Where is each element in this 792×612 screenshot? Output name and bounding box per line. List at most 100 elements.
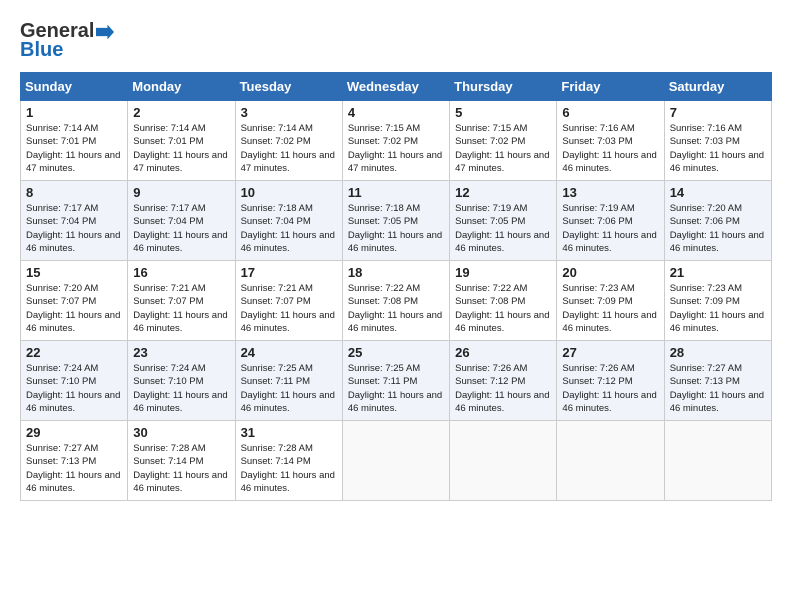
calendar-cell: 31 Sunrise: 7:28 AM Sunset: 7:14 PM Dayli…: [235, 421, 342, 501]
day-info: Sunrise: 7:22 AM Sunset: 7:08 PM Dayligh…: [348, 282, 444, 335]
logo: General Blue: [20, 20, 116, 62]
day-info: Sunrise: 7:19 AM Sunset: 7:06 PM Dayligh…: [562, 202, 658, 255]
day-number: 20: [562, 265, 658, 280]
calendar-week-row: 29 Sunrise: 7:27 AM Sunset: 7:13 PM Dayli…: [21, 421, 772, 501]
calendar-cell: 16 Sunrise: 7:21 AM Sunset: 7:07 PM Dayli…: [128, 261, 235, 341]
logo-blue: Blue: [20, 39, 63, 62]
day-info: Sunrise: 7:19 AM Sunset: 7:05 PM Dayligh…: [455, 202, 551, 255]
day-info: Sunrise: 7:17 AM Sunset: 7:04 PM Dayligh…: [26, 202, 122, 255]
calendar-cell: 9Sunrise: 7:17 AM Sunset: 7:04 PM Daylig…: [128, 181, 235, 261]
day-number: 22: [26, 345, 122, 360]
day-info: Sunrise: 7:18 AM Sunset: 7:05 PM Dayligh…: [348, 202, 444, 255]
calendar-cell: 7 Sunrise: 7:16 AM Sunset: 7:03 PM Daylig…: [664, 101, 771, 181]
day-number: 7: [670, 105, 766, 120]
day-info: Sunrise: 7:16 AM Sunset: 7:03 PM Dayligh…: [670, 122, 766, 175]
day-info: Sunrise: 7:24 AM Sunset: 7:10 PM Dayligh…: [26, 362, 122, 415]
day-info: Sunrise: 7:15 AM Sunset: 7:02 PM Dayligh…: [348, 122, 444, 175]
day-info: Sunrise: 7:28 AM Sunset: 7:14 PM Dayligh…: [241, 442, 337, 495]
day-number: 15: [26, 265, 122, 280]
day-number: 12: [455, 185, 551, 200]
calendar-cell: 20Sunrise: 7:23 AM Sunset: 7:09 PM Dayli…: [557, 261, 664, 341]
calendar-cell: 17 Sunrise: 7:21 AM Sunset: 7:07 PM Dayli…: [235, 261, 342, 341]
weekday-header-thursday: Thursday: [450, 73, 557, 101]
calendar-week-row: 8 Sunrise: 7:17 AM Sunset: 7:04 PM Daylig…: [21, 181, 772, 261]
day-number: 3: [241, 105, 337, 120]
day-number: 24: [241, 345, 337, 360]
calendar-cell: 2Sunrise: 7:14 AM Sunset: 7:01 PM Daylig…: [128, 101, 235, 181]
day-number: 16: [133, 265, 229, 280]
calendar-cell: 5 Sunrise: 7:15 AM Sunset: 7:02 PM Daylig…: [450, 101, 557, 181]
calendar-cell: 13 Sunrise: 7:19 AM Sunset: 7:06 PM Dayli…: [557, 181, 664, 261]
day-info: Sunrise: 7:18 AM Sunset: 7:04 PM Dayligh…: [241, 202, 337, 255]
day-info: Sunrise: 7:22 AM Sunset: 7:08 PM Dayligh…: [455, 282, 551, 335]
calendar-cell: 25 Sunrise: 7:25 AM Sunset: 7:11 PM Dayli…: [342, 341, 449, 421]
day-number: 18: [348, 265, 444, 280]
day-number: 11: [348, 185, 444, 200]
day-number: 31: [241, 425, 337, 440]
day-number: 29: [26, 425, 122, 440]
calendar-cell: 10 Sunrise: 7:18 AM Sunset: 7:04 PM Dayli…: [235, 181, 342, 261]
day-number: 9: [133, 185, 229, 200]
day-number: 25: [348, 345, 444, 360]
day-number: 28: [670, 345, 766, 360]
day-info: Sunrise: 7:27 AM Sunset: 7:13 PM Dayligh…: [670, 362, 766, 415]
weekday-header-monday: Monday: [128, 73, 235, 101]
day-info: Sunrise: 7:25 AM Sunset: 7:11 PM Dayligh…: [348, 362, 444, 415]
page-header: General Blue: [20, 20, 772, 62]
logo-arrow-icon: [96, 24, 114, 40]
day-info: Sunrise: 7:26 AM Sunset: 7:12 PM Dayligh…: [562, 362, 658, 415]
day-number: 17: [241, 265, 337, 280]
day-number: 8: [26, 185, 122, 200]
day-info: Sunrise: 7:21 AM Sunset: 7:07 PM Dayligh…: [133, 282, 229, 335]
calendar-cell: 12 Sunrise: 7:19 AM Sunset: 7:05 PM Dayli…: [450, 181, 557, 261]
day-info: Sunrise: 7:28 AM Sunset: 7:14 PM Dayligh…: [133, 442, 229, 495]
calendar-cell: 11 Sunrise: 7:18 AM Sunset: 7:05 PM Dayli…: [342, 181, 449, 261]
day-info: Sunrise: 7:24 AM Sunset: 7:10 PM Dayligh…: [133, 362, 229, 415]
calendar-cell: 28 Sunrise: 7:27 AM Sunset: 7:13 PM Dayli…: [664, 341, 771, 421]
weekday-header-sunday: Sunday: [21, 73, 128, 101]
day-number: 26: [455, 345, 551, 360]
day-number: 14: [670, 185, 766, 200]
calendar-week-row: 1Sunrise: 7:14 AM Sunset: 7:01 PM Daylig…: [21, 101, 772, 181]
day-number: 13: [562, 185, 658, 200]
weekday-header-saturday: Saturday: [664, 73, 771, 101]
calendar-cell: 23 Sunrise: 7:24 AM Sunset: 7:10 PM Dayli…: [128, 341, 235, 421]
day-info: Sunrise: 7:25 AM Sunset: 7:11 PM Dayligh…: [241, 362, 337, 415]
calendar-cell: 1Sunrise: 7:14 AM Sunset: 7:01 PM Daylig…: [21, 101, 128, 181]
calendar-cell: 29 Sunrise: 7:27 AM Sunset: 7:13 PM Dayli…: [21, 421, 128, 501]
day-number: 4: [348, 105, 444, 120]
calendar-cell: 4 Sunrise: 7:15 AM Sunset: 7:02 PM Daylig…: [342, 101, 449, 181]
calendar-cell: 21 Sunrise: 7:23 AM Sunset: 7:09 PM Dayli…: [664, 261, 771, 341]
day-info: Sunrise: 7:20 AM Sunset: 7:07 PM Dayligh…: [26, 282, 122, 335]
calendar-cell: [342, 421, 449, 501]
calendar-week-row: 15 Sunrise: 7:20 AM Sunset: 7:07 PM Dayli…: [21, 261, 772, 341]
calendar-cell: 8 Sunrise: 7:17 AM Sunset: 7:04 PM Daylig…: [21, 181, 128, 261]
calendar-cell: 15 Sunrise: 7:20 AM Sunset: 7:07 PM Dayli…: [21, 261, 128, 341]
day-number: 5: [455, 105, 551, 120]
day-info: Sunrise: 7:27 AM Sunset: 7:13 PM Dayligh…: [26, 442, 122, 495]
calendar-cell: 30Sunrise: 7:28 AM Sunset: 7:14 PM Dayli…: [128, 421, 235, 501]
day-info: Sunrise: 7:26 AM Sunset: 7:12 PM Dayligh…: [455, 362, 551, 415]
calendar-cell: [557, 421, 664, 501]
calendar-cell: 24 Sunrise: 7:25 AM Sunset: 7:11 PM Dayli…: [235, 341, 342, 421]
calendar-cell: 18 Sunrise: 7:22 AM Sunset: 7:08 PM Dayli…: [342, 261, 449, 341]
day-info: Sunrise: 7:23 AM Sunset: 7:09 PM Dayligh…: [670, 282, 766, 335]
calendar-header-row: SundayMondayTuesdayWednesdayThursdayFrid…: [21, 73, 772, 101]
calendar-cell: 27Sunrise: 7:26 AM Sunset: 7:12 PM Dayli…: [557, 341, 664, 421]
day-info: Sunrise: 7:21 AM Sunset: 7:07 PM Dayligh…: [241, 282, 337, 335]
calendar-cell: 3 Sunrise: 7:14 AM Sunset: 7:02 PM Daylig…: [235, 101, 342, 181]
calendar-cell: 19 Sunrise: 7:22 AM Sunset: 7:08 PM Dayli…: [450, 261, 557, 341]
day-number: 10: [241, 185, 337, 200]
day-number: 23: [133, 345, 229, 360]
day-info: Sunrise: 7:16 AM Sunset: 7:03 PM Dayligh…: [562, 122, 658, 175]
day-info: Sunrise: 7:15 AM Sunset: 7:02 PM Dayligh…: [455, 122, 551, 175]
calendar-week-row: 22 Sunrise: 7:24 AM Sunset: 7:10 PM Dayli…: [21, 341, 772, 421]
calendar-cell: 6 Sunrise: 7:16 AM Sunset: 7:03 PM Daylig…: [557, 101, 664, 181]
day-number: 19: [455, 265, 551, 280]
day-info: Sunrise: 7:14 AM Sunset: 7:02 PM Dayligh…: [241, 122, 337, 175]
weekday-header-friday: Friday: [557, 73, 664, 101]
day-number: 21: [670, 265, 766, 280]
calendar-cell: [450, 421, 557, 501]
calendar-cell: 26 Sunrise: 7:26 AM Sunset: 7:12 PM Dayli…: [450, 341, 557, 421]
day-number: 6: [562, 105, 658, 120]
